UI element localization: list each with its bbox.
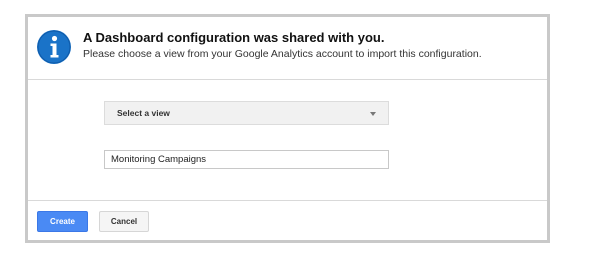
info-icon <box>37 30 71 64</box>
dialog-message: Please choose a view from your Google An… <box>83 48 482 60</box>
dialog-footer: Create Cancel <box>28 200 547 241</box>
dialog-header: A Dashboard configuration was shared wit… <box>28 17 547 80</box>
configuration-name-input[interactable] <box>104 150 389 169</box>
create-button[interactable]: Create <box>37 211 88 232</box>
cancel-button[interactable]: Cancel <box>99 211 149 232</box>
chevron-down-icon <box>370 112 376 116</box>
select-view-dropdown[interactable]: Select a view <box>104 101 389 125</box>
import-configuration-dialog: A Dashboard configuration was shared wit… <box>25 14 550 243</box>
select-view-label: Select a view <box>117 108 170 118</box>
dialog-title: A Dashboard configuration was shared wit… <box>83 30 385 45</box>
